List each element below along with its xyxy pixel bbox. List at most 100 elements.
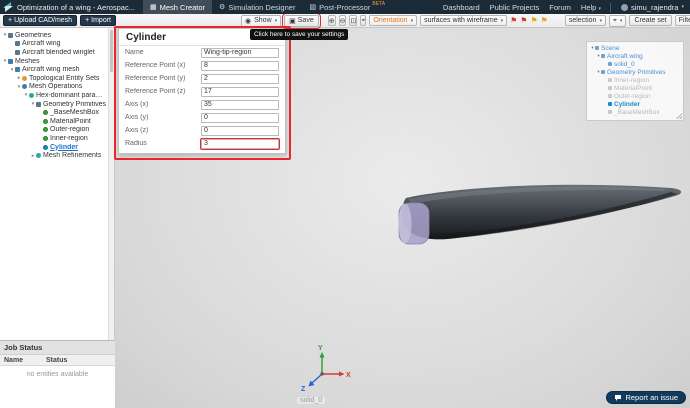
nav-help-menu[interactable]: Help ▾ [576, 3, 606, 12]
column-name: Name [0, 355, 42, 365]
tab-simulation-designer[interactable]: ⚙ Simulation Designer [212, 0, 302, 14]
entity-set-icon [22, 76, 27, 81]
axis-y-field[interactable] [201, 113, 279, 123]
reference-point-y-field[interactable] [201, 74, 279, 84]
axis-x-field[interactable] [201, 100, 279, 110]
scene-item-basemeshbox[interactable]: _BaseMeshBox [589, 108, 681, 116]
tree-item-mesh-refinements[interactable]: Mesh Refinements [0, 151, 108, 160]
scene-item-outer-region[interactable]: Outer-region [589, 92, 681, 100]
tree-item-aircraft-blended-winglet[interactable]: Aircraft blended winglet [0, 48, 108, 57]
fit-view-icon: ⊡ [350, 17, 356, 25]
cylinder-icon [43, 145, 48, 150]
nav-forum[interactable]: Forum [544, 3, 576, 12]
axis-z-label: Z [301, 386, 306, 393]
field-label: Radius [125, 140, 201, 147]
show-dropdown[interactable]: ◉ Show [241, 15, 281, 27]
tab-label: Simulation Designer [228, 3, 295, 12]
primitive-icon [608, 86, 612, 90]
scene-item-aircraft-wing[interactable]: Aircraft wing [589, 52, 681, 60]
tree-scrollbar[interactable] [108, 28, 114, 340]
filter-dropdown[interactable]: Filter [675, 15, 690, 26]
report-issue-button[interactable]: Report an issue [606, 391, 686, 404]
scene-item-solid-0[interactable]: solid_0 [589, 60, 681, 68]
flag-yellow-icon[interactable]: ⚑ [541, 16, 548, 26]
scene-item-cylinder[interactable]: Cylinder [589, 100, 681, 108]
tab-post-processor[interactable]: ▧ Post-Processor BETA [302, 0, 392, 14]
save-icon: ▣ [289, 17, 296, 25]
tree-item-materialpoint[interactable]: MaterialPoint [0, 117, 108, 126]
project-tree-panel: Geometries Aircraft wing Aircraft blende… [0, 28, 115, 408]
tree-item-meshes[interactable]: Meshes [0, 57, 108, 66]
name-field[interactable] [201, 48, 279, 58]
job-status-header-row: Name Status [0, 355, 115, 366]
scene-tree-panel: Scene Aircraft wing solid_0 Geometry Pri… [586, 41, 684, 121]
scene-item-scene[interactable]: Scene [589, 44, 681, 52]
gear-icon: ⚙ [219, 3, 225, 11]
chat-bubble-icon [614, 394, 622, 402]
chevron-down-icon: ▾ [598, 6, 601, 12]
grid-icon: ▦ [150, 3, 157, 11]
form-row: Reference Point (y) [119, 72, 285, 85]
pick-tool-dropdown[interactable]: ⌖ [609, 15, 626, 27]
cylinder-settings-panel: Cylinder Name Reference Point (x) Refere… [118, 28, 286, 154]
primitive-icon [608, 78, 612, 82]
render-mode-select[interactable]: surfaces with wireframe [420, 15, 507, 26]
field-label: Axis (y) [125, 114, 201, 121]
selection-mode-select[interactable]: selection [565, 15, 606, 26]
tab-mesh-creator[interactable]: ▦ Mesh Creator [143, 0, 212, 14]
create-set-button[interactable]: Create set [629, 15, 671, 26]
flag-red-icon[interactable]: ⚑ [520, 16, 527, 26]
reference-point-x-field[interactable] [201, 61, 279, 71]
solid-icon [608, 62, 612, 66]
tree-item-hex-dominant-parametric[interactable]: Hex-dominant parametric - Wing [0, 91, 108, 100]
axis-z-field[interactable] [201, 126, 279, 136]
form-row: Axis (x) [119, 98, 285, 111]
zoom-out-button[interactable]: ⊖ [339, 15, 347, 26]
import-button[interactable]: + Import [80, 15, 116, 26]
beta-badge: BETA [372, 0, 385, 8]
radius-field[interactable] [201, 139, 279, 149]
tree-item-aircraft-wing[interactable]: Aircraft wing [0, 40, 108, 49]
scene-item-materialpoint[interactable]: MaterialPoint [589, 84, 681, 92]
app-logo-icon[interactable] [3, 2, 13, 12]
cylinder-icon [608, 102, 612, 106]
field-label: Reference Point (x) [125, 62, 201, 69]
crosshair-icon: ⌖ [361, 17, 365, 25]
field-label: Reference Point (z) [125, 88, 201, 95]
primitive-icon [608, 110, 612, 114]
fit-view-button[interactable]: ⊡ [349, 15, 357, 26]
center-view-button[interactable]: ⌖ [360, 15, 366, 26]
nav-dashboard[interactable]: Dashboard [438, 3, 485, 12]
primitive-icon [43, 119, 48, 124]
tree-item-geometry-primitives[interactable]: Geometry Primitives [0, 100, 108, 109]
tree-item-geometries[interactable]: Geometries [0, 31, 108, 40]
panel-resize-handle[interactable] [676, 113, 682, 119]
zoom-in-button[interactable]: ⊕ [328, 15, 336, 26]
tree-item-basemeshbox[interactable]: _BaseMeshBox [0, 108, 108, 117]
geometry-icon [601, 54, 605, 58]
upload-cad-mesh-button[interactable]: + Upload CAD/mesh [3, 15, 77, 26]
save-button[interactable]: ▣ Save [284, 15, 319, 27]
nav-public-projects[interactable]: Public Projects [485, 3, 545, 12]
tree-item-topological-entity-sets[interactable]: Topological Entity Sets [0, 74, 108, 83]
user-menu[interactable]: simu_rajendra ▾ [615, 3, 690, 12]
flag-yellow-icon[interactable]: ⚑ [530, 16, 537, 26]
plus-icon: + [8, 17, 12, 24]
chevron-down-icon: ▾ [681, 4, 684, 10]
refinement-icon [36, 153, 41, 158]
project-tree: Geometries Aircraft wing Aircraft blende… [0, 28, 108, 340]
flag-red-icon[interactable]: ⚑ [510, 16, 517, 26]
tree-item-inner-region[interactable]: Inner-region [0, 134, 108, 143]
tree-item-cylinder[interactable]: Cylinder [0, 143, 108, 152]
form-row: Reference Point (x) [119, 59, 285, 72]
orientation-dropdown[interactable]: Orientation [369, 15, 417, 26]
tree-item-aircraft-wing-mesh[interactable]: Aircraft wing mesh [0, 65, 108, 74]
primitive-icon [43, 127, 48, 132]
scrollbar-thumb[interactable] [110, 30, 113, 72]
reference-point-z-field[interactable] [201, 87, 279, 97]
tree-item-outer-region[interactable]: Outer-region [0, 126, 108, 135]
field-label: Reference Point (y) [125, 75, 201, 82]
scene-item-geometry-primitives[interactable]: Geometry Primitives [589, 68, 681, 76]
tree-item-mesh-operations[interactable]: Mesh Operations [0, 83, 108, 92]
scene-item-inner-region[interactable]: Inner-region [589, 76, 681, 84]
